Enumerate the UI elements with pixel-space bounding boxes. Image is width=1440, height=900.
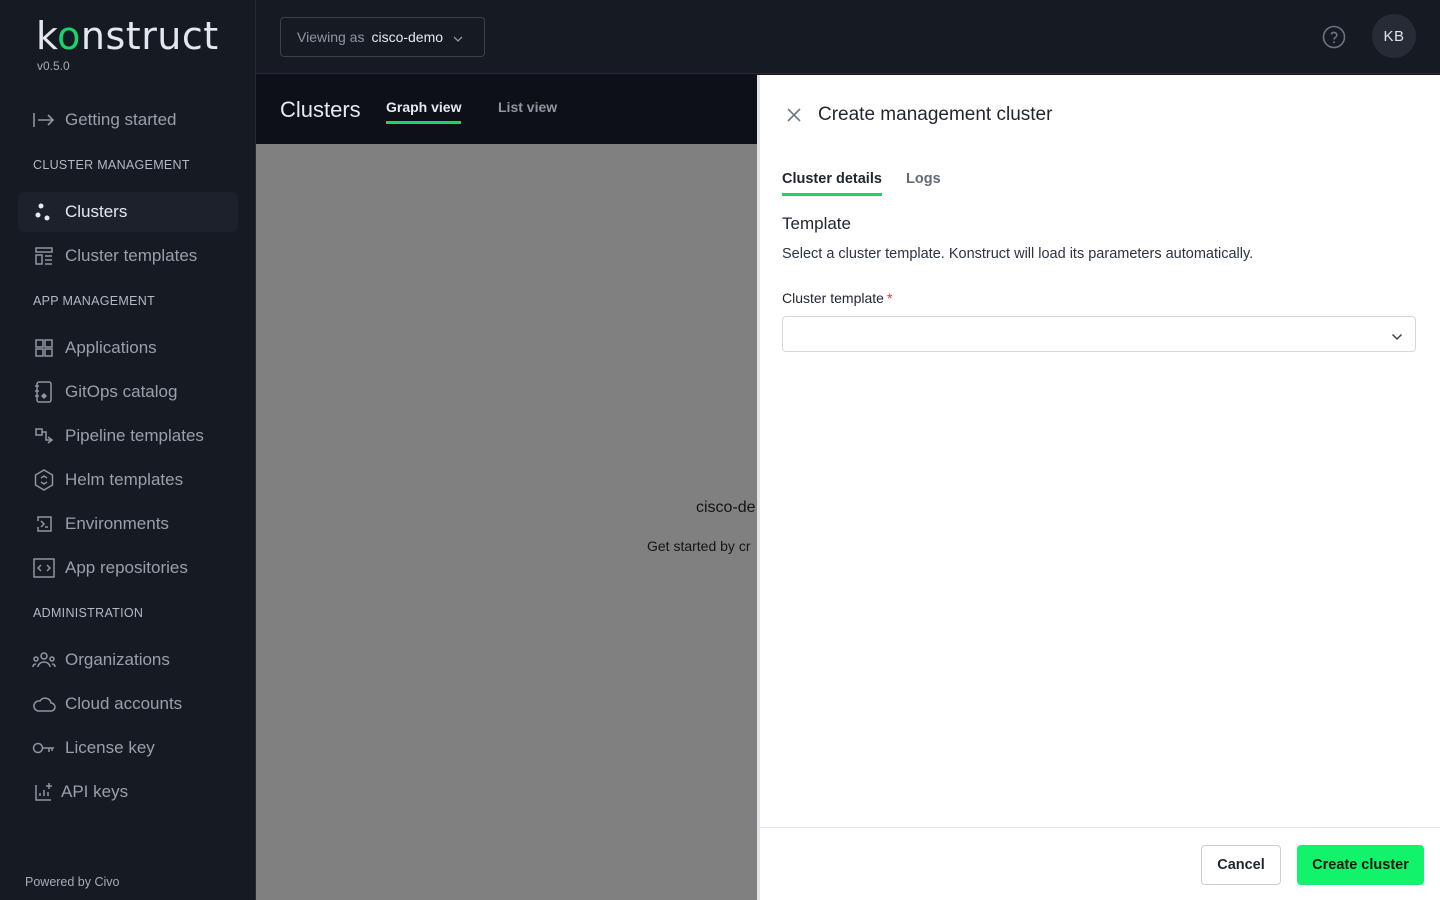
environment-icon <box>32 512 56 536</box>
sidebar-item-label: GitOps catalog <box>65 382 178 401</box>
konstruct-logo[interactable]: konstruct <box>36 14 219 58</box>
field-label-text: Cluster template <box>782 290 884 306</box>
cloud-icon <box>32 692 56 716</box>
organization-selector[interactable]: Viewing as cisco-demo <box>280 17 485 57</box>
help-icon[interactable] <box>1322 25 1346 49</box>
section-description: Select a cluster template. Konstruct wil… <box>782 246 1254 262</box>
sidebar-item-clusters[interactable]: Clusters <box>18 192 238 232</box>
sidebar-item-label: Organizations <box>65 650 170 669</box>
sidebar-item-cloud-accounts[interactable]: Cloud accounts <box>18 684 238 724</box>
sidebar-item-helm-templates[interactable]: Helm templates <box>18 460 238 500</box>
chart-add-icon <box>32 780 56 804</box>
tab-graph-view[interactable]: Graph view <box>386 99 462 124</box>
create-cluster-drawer: Create management cluster Cluster detail… <box>757 75 1440 900</box>
sidebar-item-label: Pipeline templates <box>65 426 204 445</box>
sidebar-item-applications[interactable]: Applications <box>18 328 238 368</box>
create-cluster-button[interactable]: Create cluster <box>1297 845 1424 885</box>
sidebar-item-getting-started[interactable]: Getting started <box>18 100 238 140</box>
sidebar-item-organizations[interactable]: Organizations <box>18 640 238 680</box>
section-heading: Template <box>782 214 851 233</box>
cluster-template-label: Cluster template * <box>782 290 892 306</box>
arrow-right-to-line-icon <box>32 108 56 132</box>
powered-by: Powered by Civo <box>25 875 120 889</box>
sidebar-item-gitops-catalog[interactable]: GitOps catalog <box>18 372 238 412</box>
sidebar: konstruct v0.5.0 Getting started CLUSTER… <box>0 0 256 900</box>
selected-organization: cisco-demo <box>371 29 444 45</box>
sidebar-item-cluster-templates[interactable]: Cluster templates <box>18 236 238 276</box>
sidebar-item-label: Clusters <box>65 202 128 221</box>
sidebar-item-label: Environments <box>65 514 169 533</box>
sidebar-item-label: Helm templates <box>65 470 184 489</box>
sidebar-item-environments[interactable]: Environments <box>18 504 238 544</box>
empty-state-title: cisco-de <box>696 499 756 516</box>
drawer-title: Create management cluster <box>818 104 1053 125</box>
tab-list-view[interactable]: List view <box>498 99 557 121</box>
section-title-cluster-management: CLUSTER MANAGEMENT <box>33 158 190 172</box>
pipeline-icon <box>32 424 56 448</box>
section-title-administration: ADMINISTRATION <box>33 606 144 620</box>
sidebar-item-label: Applications <box>65 338 157 357</box>
chevron-down-icon <box>1391 328 1403 346</box>
cancel-button[interactable]: Cancel <box>1201 845 1281 885</box>
tab-logs[interactable]: Logs <box>906 171 941 193</box>
sidebar-item-license-key[interactable]: License key <box>18 728 238 768</box>
drawer-footer: Cancel Create cluster <box>760 827 1440 900</box>
catalog-icon <box>32 380 56 404</box>
top-bar: Viewing as cisco-demo KB <box>256 0 1440 74</box>
app-version: v0.5.0 <box>37 59 70 73</box>
tab-cluster-details[interactable]: Cluster details <box>782 171 882 196</box>
sidebar-item-label: API keys <box>61 782 129 801</box>
helm-icon <box>32 468 56 492</box>
sidebar-item-label: License key <box>65 738 155 757</box>
template-icon <box>32 244 56 268</box>
key-icon <box>32 736 56 760</box>
sidebar-item-label: Cloud accounts <box>65 694 183 713</box>
close-icon[interactable] <box>784 105 804 125</box>
sidebar-item-label: App repositories <box>65 558 188 577</box>
people-icon <box>32 648 56 672</box>
empty-state-description: Get started by cr <box>647 538 751 554</box>
sidebar-item-api-keys[interactable]: API keys <box>18 772 238 812</box>
clusters-icon <box>32 200 56 224</box>
sidebar-item-label: Cluster templates <box>65 246 198 265</box>
sidebar-item-app-repositories[interactable]: App repositories <box>18 548 238 588</box>
cluster-template-select[interactable] <box>782 316 1416 352</box>
viewing-as-label: Viewing as <box>297 29 365 45</box>
sidebar-item-pipeline-templates[interactable]: Pipeline templates <box>18 416 238 456</box>
grid-icon <box>32 336 56 360</box>
code-repository-icon <box>32 556 56 580</box>
avatar[interactable]: KB <box>1372 14 1416 58</box>
section-title-app-management: APP MANAGEMENT <box>33 294 156 308</box>
page-title: Clusters <box>280 97 361 122</box>
sidebar-item-label: Getting started <box>65 110 177 129</box>
required-marker: * <box>886 290 893 306</box>
chevron-down-icon <box>453 29 463 45</box>
